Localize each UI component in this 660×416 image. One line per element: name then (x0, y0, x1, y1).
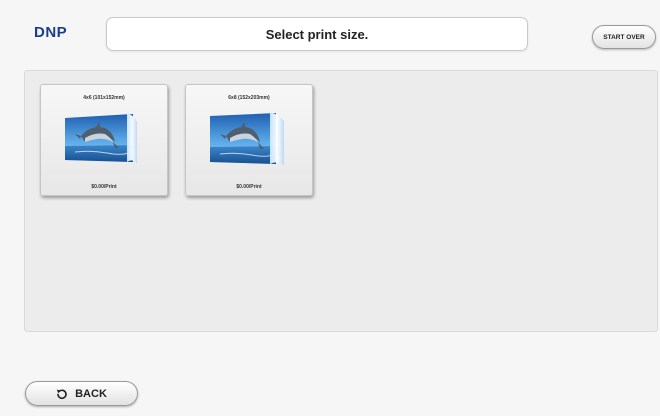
page-title-text: Select print size. (265, 26, 369, 42)
dnp-logo: DNP (34, 24, 68, 41)
undo-arrow-icon (56, 388, 67, 399)
price-label: $0.00/Print (236, 184, 262, 190)
start-over-button[interactable]: START OVER (592, 25, 656, 49)
page-title: Select print size. (106, 17, 528, 51)
dolphin-photo (65, 113, 137, 164)
back-label: BACK (75, 387, 107, 400)
print-size-label: 4x6 (101x152mm) (83, 95, 125, 101)
start-over-label: START OVER (603, 33, 645, 41)
print-size-option-4x6[interactable]: 4x6 (101x152mm) $0.00/Print (40, 84, 168, 196)
back-button[interactable]: BACK (25, 381, 138, 406)
dolphin-photo (210, 112, 284, 166)
print-kiosk-screen: DNP Select print size. START OVER 4x6 (1… (0, 0, 660, 416)
price-label: $0.00/Print (91, 184, 117, 190)
print-size-label: 6x8 (152x203mm) (228, 95, 270, 101)
print-size-option-6x8[interactable]: 6x8 (152x203mm) $0.00/Print (185, 84, 313, 196)
